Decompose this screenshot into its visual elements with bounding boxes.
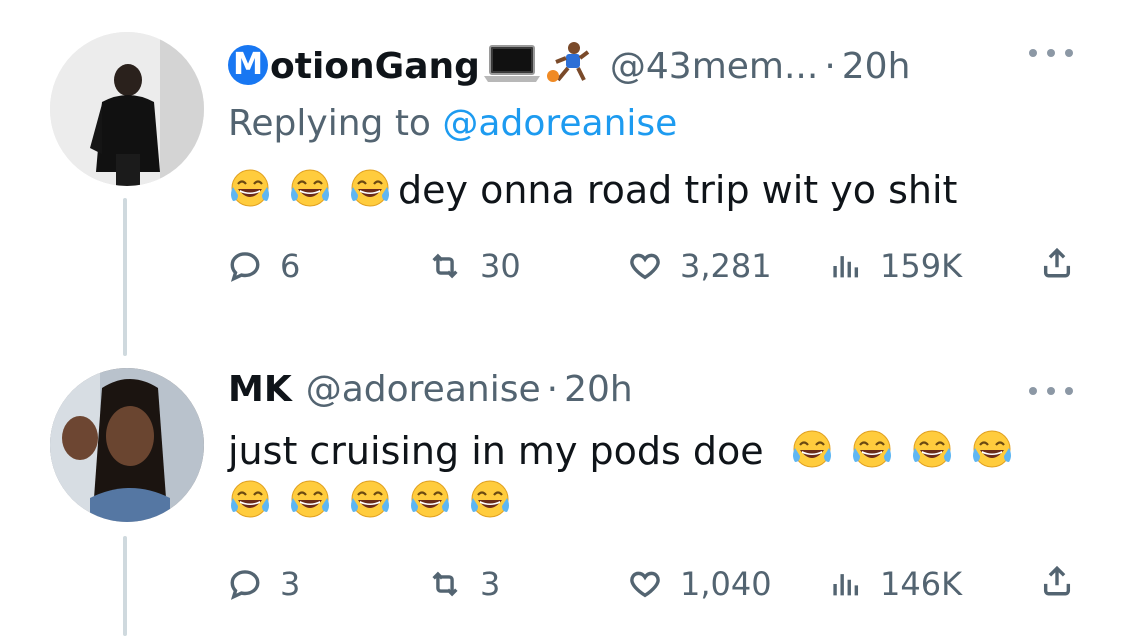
retweet-icon (432, 253, 458, 279)
views-count: 159K (880, 247, 963, 285)
share-button[interactable] (1040, 246, 1074, 280)
views-chart-icon (833, 574, 859, 596)
tweet-header: M otionGang @43mem... · 20h (228, 34, 1085, 89)
like-button[interactable]: 3,281 (628, 246, 772, 286)
reply-button[interactable]: 3 (228, 564, 300, 604)
avatar-photo (50, 368, 204, 522)
face-with-tears-of-joy-icon (228, 478, 272, 522)
views-chart-icon (833, 256, 859, 278)
share-button[interactable] (1040, 564, 1074, 598)
replying-to: Replying to @adoreanise (228, 101, 1085, 147)
reply-count: 6 (280, 247, 301, 285)
share-icon (1043, 247, 1071, 278)
heart-icon (630, 253, 660, 280)
like-count: 1,040 (680, 565, 772, 603)
like-count: 3,281 (680, 247, 772, 285)
face-with-tears-of-joy-icon (850, 428, 894, 472)
views-button[interactable]: 146K (828, 564, 962, 604)
face-with-tears-of-joy-icon (790, 428, 834, 472)
reply-icon (230, 570, 260, 600)
face-with-tears-of-joy-icon (970, 428, 1014, 472)
share-icon (1043, 565, 1071, 596)
retweet-icon (432, 571, 458, 597)
reply-button[interactable]: 6 (228, 246, 300, 286)
face-with-tears-of-joy-icon (910, 428, 954, 472)
user-handle[interactable]: @adoreanise (306, 368, 541, 412)
face-with-tears-of-joy-icon (468, 478, 512, 522)
display-name[interactable]: otionGang (270, 45, 480, 89)
heart-icon (630, 571, 660, 598)
views-button[interactable]: 159K (828, 246, 962, 286)
tweet-actions: 3 3 1,040 146K (228, 564, 1088, 604)
replying-to-label: Replying to (228, 103, 431, 144)
user-avatar[interactable] (50, 368, 204, 522)
display-name[interactable]: MK (228, 368, 292, 412)
thread-line (123, 536, 127, 636)
views-count: 146K (880, 565, 963, 603)
retweet-count: 30 (480, 247, 521, 285)
reply-count: 3 (280, 565, 301, 603)
retweet-button[interactable]: 30 (428, 246, 521, 286)
user-avatar[interactable] (50, 32, 204, 186)
separator-dot: · (824, 46, 836, 87)
separator-dot: · (546, 369, 559, 410)
tweet-2[interactable]: MK @adoreanise · 20h just cruising in my… (0, 360, 1125, 636)
replying-to-mention[interactable]: @adoreanise (442, 103, 677, 144)
thread-line (123, 198, 127, 356)
retweet-button[interactable]: 3 (428, 564, 500, 604)
tweet-actions: 6 30 3,281 159K (228, 246, 1088, 286)
tweet-time[interactable]: 20h (842, 45, 911, 89)
face-with-tears-of-joy-icon (288, 478, 332, 522)
face-with-tears-of-joy-icon (228, 167, 272, 211)
user-handle[interactable]: @43mem... (610, 45, 818, 89)
tweet-time[interactable]: 20h (564, 368, 633, 412)
tweet-1[interactable]: M otionGang @43mem... · 20h Replying to … (0, 0, 1125, 360)
like-button[interactable]: 1,040 (628, 564, 772, 604)
avatar-photo (50, 32, 204, 186)
face-with-tears-of-joy-icon (348, 478, 392, 522)
retweet-count: 3 (480, 565, 501, 603)
name-badge-icon: M (228, 45, 268, 85)
face-with-tears-of-joy-icon (408, 478, 452, 522)
laptop-icon (483, 44, 540, 84)
tweet-text: just cruising in my pods doe (228, 426, 1085, 526)
reply-icon (230, 252, 260, 282)
basketball-player-icon (544, 40, 592, 84)
tweet-body: just cruising in my pods doe (228, 429, 764, 473)
tweet-header: MK @adoreanise · 20h (228, 368, 1085, 412)
tweet-body: dey onna road trip wit yo shit (398, 168, 958, 212)
face-with-tears-of-joy-icon (288, 167, 332, 211)
tweet-text: dey onna road trip wit yo shit (228, 165, 1085, 215)
face-with-tears-of-joy-icon (348, 167, 392, 211)
